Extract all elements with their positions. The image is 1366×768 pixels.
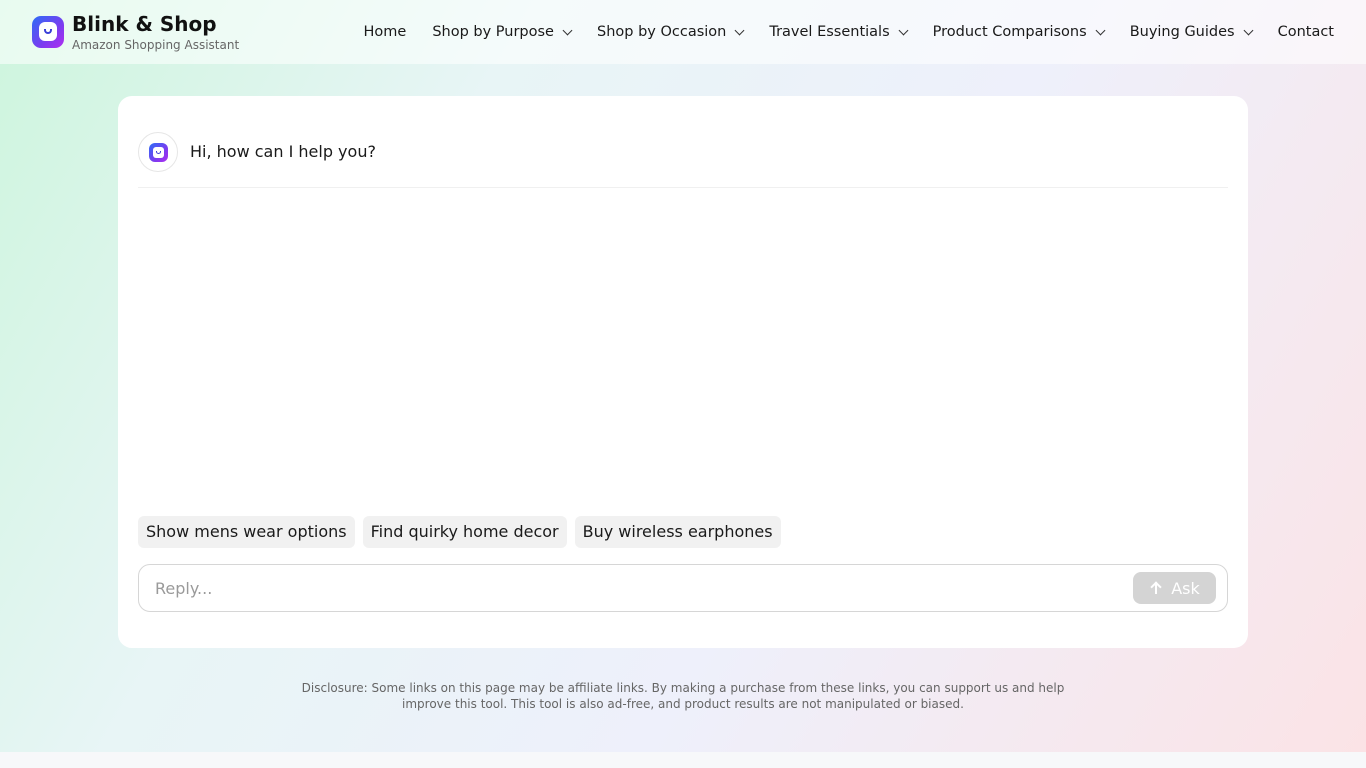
nav-item-travel-essentials[interactable]: Travel Essentials — [769, 24, 909, 40]
brand[interactable]: Blink & Shop Amazon Shopping Assistant — [32, 12, 239, 54]
nav-item-buying-guides[interactable]: Buying Guides — [1129, 24, 1254, 40]
brand-text: Blink & Shop Amazon Shopping Assistant — [72, 12, 239, 54]
nav-item-label: Home — [363, 24, 407, 40]
nav-item-label: Buying Guides — [1129, 24, 1235, 40]
chevron-down-icon — [1095, 25, 1106, 35]
assistant-avatar — [138, 132, 178, 172]
chevron-down-icon — [898, 25, 909, 35]
shopping-bag-smile-icon — [149, 143, 168, 162]
brand-subtitle: Amazon Shopping Assistant — [72, 38, 240, 52]
suggestion-chip-home-decor[interactable]: Find quirky home decor — [362, 516, 567, 548]
suggestion-chip-mens-wear[interactable]: Show mens wear options — [138, 516, 355, 548]
affiliate-disclosure: Disclosure: Some links on this page may … — [301, 681, 1065, 711]
nav-item-home[interactable]: Home — [363, 24, 406, 40]
nav-item-shop-by-purpose[interactable]: Shop by Purpose — [432, 24, 573, 40]
shopping-bag-smile-icon — [32, 16, 64, 48]
reply-box: Ask — [138, 564, 1228, 612]
nav-item-shop-by-occasion[interactable]: Shop by Occasion — [596, 24, 745, 40]
assistant-message: Hi, how can I help you? — [138, 132, 1228, 188]
chevron-down-icon — [734, 25, 745, 35]
nav-item-label: Shop by Occasion — [596, 24, 727, 40]
nav-item-label: Travel Essentials — [769, 24, 890, 40]
chevron-down-icon — [562, 25, 573, 35]
ask-button-label: Ask — [1171, 578, 1200, 598]
brand-title[interactable]: Blink & Shop — [72, 12, 239, 36]
nav-item-product-comparisons[interactable]: Product Comparisons — [932, 24, 1106, 40]
ask-button[interactable]: Ask — [1133, 572, 1216, 604]
main-nav: Home Shop by Purpose Shop by Occasion Tr… — [363, 0, 1334, 64]
reply-input[interactable] — [155, 565, 1115, 611]
arrow-up-icon — [1149, 581, 1163, 595]
nav-item-label: Contact — [1277, 24, 1334, 40]
bottom-strip — [0, 752, 1366, 768]
chat-card: Hi, how can I help you? Show mens wear o… — [118, 96, 1248, 648]
nav-item-label: Product Comparisons — [932, 24, 1087, 40]
nav-item-contact[interactable]: Contact — [1278, 24, 1334, 40]
suggestion-chips: Show mens wear options Find quirky home … — [138, 516, 789, 548]
nav-item-label: Shop by Purpose — [432, 24, 554, 40]
suggestion-chip-earphones[interactable]: Buy wireless earphones — [574, 516, 781, 548]
assistant-message-text: Hi, how can I help you? — [190, 142, 376, 161]
site-header: Blink & Shop Amazon Shopping Assistant H… — [0, 0, 1366, 64]
chevron-down-icon — [1243, 25, 1254, 35]
